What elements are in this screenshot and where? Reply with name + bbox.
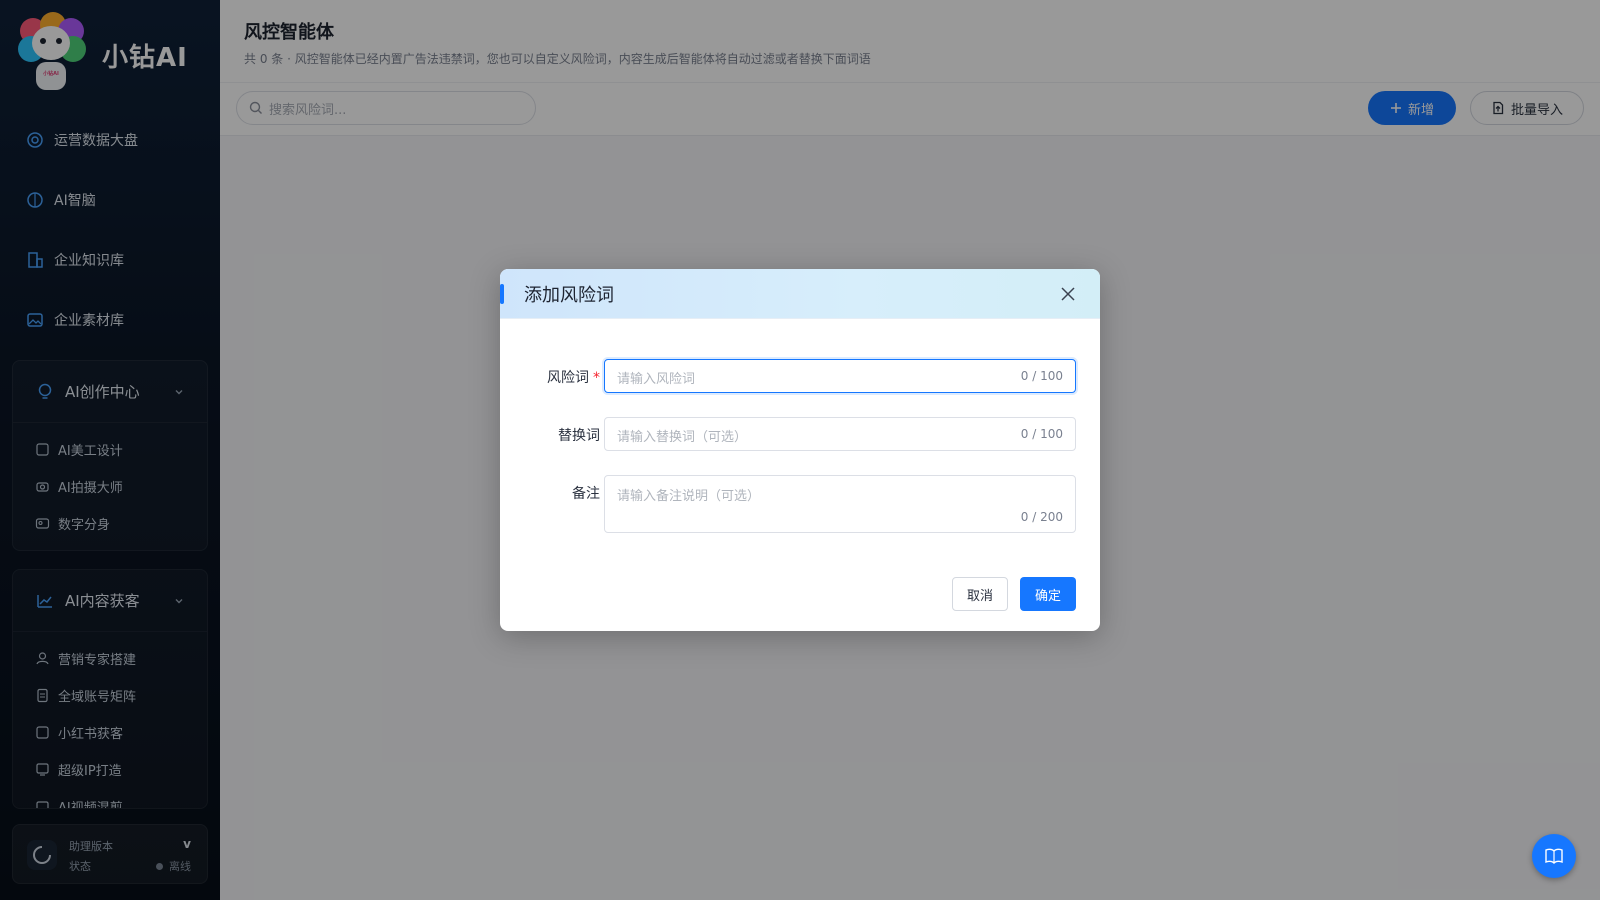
input-placeholder: 请输入风险词 bbox=[617, 372, 696, 387]
remark-label: 备注 bbox=[572, 486, 600, 502]
form-row-replacement-word: 替换词 请输入替换词（可选） 0 / 100 bbox=[500, 417, 1100, 451]
textarea-placeholder: 请输入备注说明（可选） bbox=[617, 489, 761, 504]
cancel-button[interactable]: 取消 bbox=[952, 577, 1008, 611]
risk-word-label: 风险词 * bbox=[500, 367, 600, 387]
risk-word-input[interactable]: 请输入风险词 0 / 100 bbox=[604, 359, 1076, 393]
help-book-button[interactable] bbox=[1532, 834, 1576, 878]
required-mark: * bbox=[593, 370, 600, 386]
book-icon bbox=[1544, 846, 1564, 866]
replacement-word-label: 替换词 bbox=[558, 428, 600, 444]
confirm-button[interactable]: 确定 bbox=[1020, 577, 1076, 611]
dialog-header: 添加风险词 bbox=[500, 269, 1100, 319]
add-risk-word-dialog: 添加风险词 风险词 * 请输入风险词 0 / 100 替换词 请输入替换词（可选）… bbox=[500, 269, 1100, 631]
char-counter: 0 / 100 bbox=[1020, 427, 1063, 441]
remark-textarea[interactable]: 请输入备注说明（可选） 0 / 200 bbox=[604, 475, 1076, 533]
field-label-text: 风险词 bbox=[547, 370, 589, 386]
char-counter: 0 / 200 bbox=[1020, 510, 1063, 524]
char-counter: 0 / 100 bbox=[1020, 369, 1063, 383]
dialog-title: 添加风险词 bbox=[524, 284, 614, 306]
form-row-remark: 备注 请输入备注说明（可选） 0 / 200 bbox=[500, 475, 1100, 533]
input-placeholder: 请输入替换词（可选） bbox=[617, 430, 748, 445]
form-row-risk-word: 风险词 * 请输入风险词 0 / 100 bbox=[500, 359, 1100, 393]
replacement-word-input[interactable]: 请输入替换词（可选） 0 / 100 bbox=[604, 417, 1076, 451]
close-icon[interactable] bbox=[1058, 284, 1078, 304]
title-accent-bar bbox=[500, 284, 504, 304]
